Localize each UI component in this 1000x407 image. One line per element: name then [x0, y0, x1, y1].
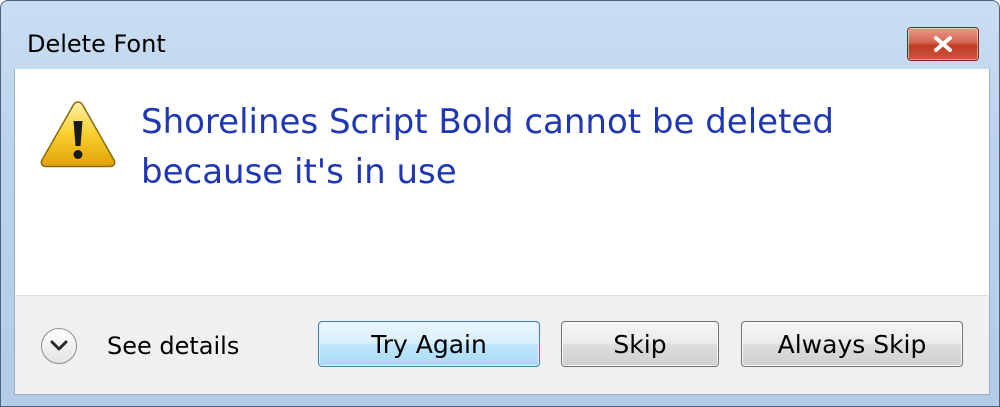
see-details-toggle[interactable]: See details	[41, 328, 239, 364]
window-title: Delete Font	[27, 30, 166, 58]
title-bar[interactable]: Delete Font	[1, 1, 999, 69]
skip-button[interactable]: Skip	[561, 321, 719, 367]
dialog-window: Delete Font Shorelines Script Bold canno…	[0, 0, 1000, 407]
warning-icon	[39, 99, 117, 169]
try-again-button[interactable]: Try Again	[318, 321, 540, 367]
error-message: Shorelines Script Bold cannot be deleted…	[141, 102, 834, 192]
dialog-footer: See details Try Again Skip Always Skip	[14, 295, 990, 395]
close-button[interactable]	[907, 27, 979, 61]
chevron-down-icon[interactable]	[41, 328, 77, 364]
see-details-label[interactable]: See details	[107, 332, 239, 360]
always-skip-button[interactable]: Always Skip	[741, 321, 963, 367]
dialog-content: Shorelines Script Bold cannot be deleted…	[14, 69, 990, 295]
close-icon	[932, 35, 954, 53]
